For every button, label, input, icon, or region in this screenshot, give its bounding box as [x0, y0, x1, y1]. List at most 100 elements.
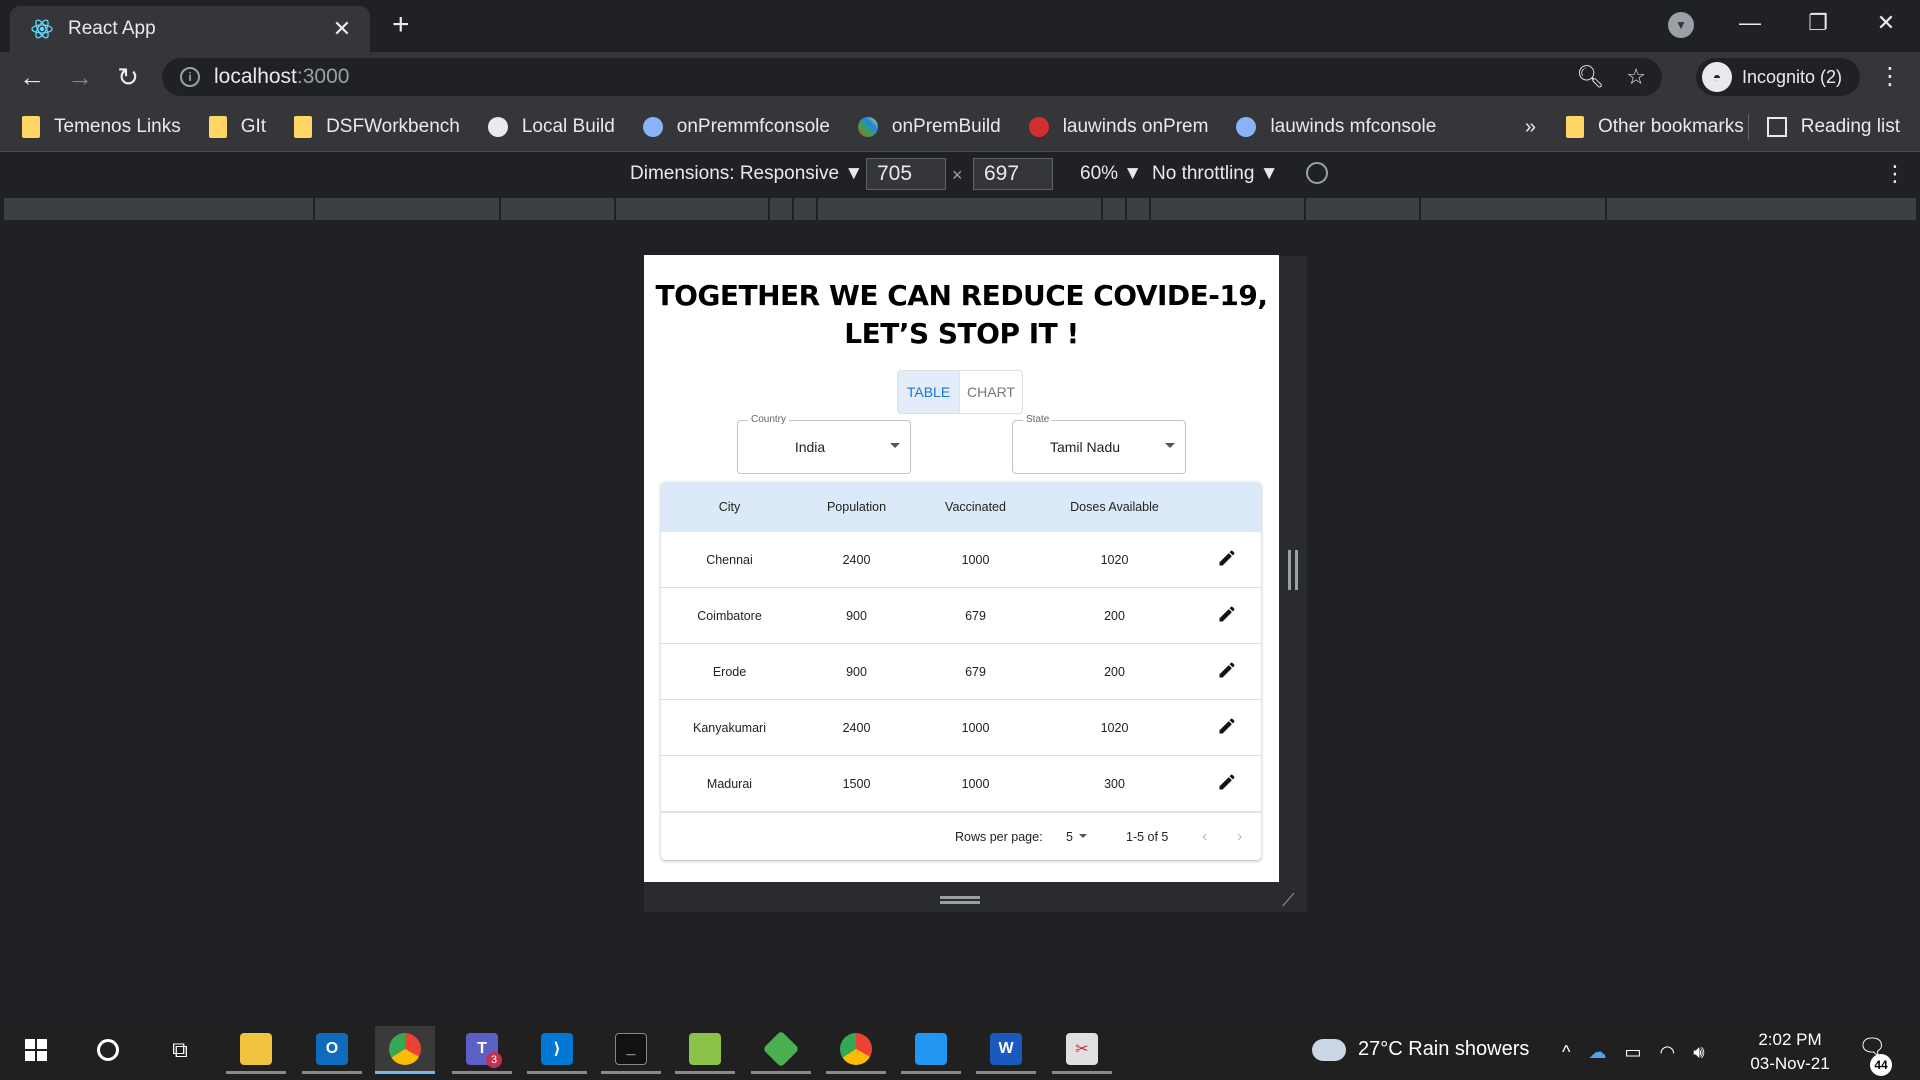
close-window-button[interactable]: ✕ — [1852, 10, 1920, 36]
new-tab-button[interactable]: + — [392, 10, 410, 40]
column-header-doses-available[interactable]: Doses Available — [1036, 500, 1193, 514]
media-query-bar — [0, 196, 1920, 222]
snipping-tool-icon: ✂ — [1066, 1032, 1098, 1065]
media-query-segment[interactable] — [1127, 198, 1151, 220]
media-query-segment[interactable] — [1306, 198, 1421, 220]
taskbar-teams[interactable]: T3 — [452, 1026, 512, 1074]
bookmark-temenos-links[interactable]: Temenos Links — [22, 115, 181, 138]
media-query-segment[interactable] — [818, 198, 1103, 220]
clock-date: 03-Nov-21 — [1750, 1054, 1830, 1073]
throttling-dropdown[interactable]: No throttling ▼ — [1152, 163, 1279, 185]
media-query-segment[interactable] — [616, 198, 770, 220]
media-query-segment[interactable] — [1421, 198, 1607, 220]
bookmarks-bar: Temenos Links GIt DSFWorkbench Local Bui… — [0, 102, 1920, 152]
tab-search-icon[interactable]: ▼ — [1668, 12, 1694, 38]
media-query-segment[interactable] — [4, 198, 315, 220]
taskbar-word[interactable]: W — [976, 1026, 1036, 1074]
taskbar-vscode[interactable]: ⟩ — [527, 1026, 587, 1074]
bookmark-local-build[interactable]: Local Build — [487, 116, 615, 138]
media-query-segment[interactable] — [770, 198, 794, 220]
search-button[interactable] — [78, 1026, 138, 1074]
restore-button[interactable]: ❐ — [1784, 10, 1852, 36]
taskbar-chrome[interactable] — [375, 1026, 435, 1074]
resize-handle-bottom[interactable] — [940, 896, 980, 904]
pencil-icon — [1219, 606, 1235, 622]
previous-page-button[interactable]: ‹ — [1202, 828, 1207, 846]
wifi-icon[interactable]: ◠ — [1659, 1042, 1675, 1063]
weather-widget[interactable]: 27°C Rain showers — [1312, 1038, 1529, 1061]
dimensions-dropdown[interactable]: Dimensions: Responsive ▼ — [630, 163, 863, 185]
incognito-profile-button[interactable]: ◓ Incognito (2) — [1696, 58, 1860, 96]
volume-icon[interactable]: 🔊︎ — [1693, 1042, 1704, 1063]
resize-handle-corner-icon[interactable]: ⟋ — [1282, 890, 1300, 910]
viewport-height-input[interactable]: 697 — [973, 158, 1053, 190]
cell-city: Erode — [712, 664, 747, 679]
media-query-segment[interactable] — [315, 198, 501, 220]
cell-vaccinated: 679 — [965, 664, 986, 679]
reading-list[interactable]: Reading list — [1766, 116, 1900, 138]
column-header-city[interactable]: City — [661, 500, 798, 514]
taskbar-chrome-second[interactable] — [826, 1026, 886, 1074]
taskbar-file-explorer[interactable] — [226, 1026, 286, 1074]
bookmark-label: Temenos Links — [54, 115, 181, 137]
taskbar-remote-desktop[interactable] — [901, 1026, 961, 1074]
next-page-button[interactable]: › — [1237, 828, 1242, 846]
bookmark-lauwinds-onprem[interactable]: lauwinds onPrem — [1028, 116, 1208, 138]
column-header-vaccinated[interactable]: Vaccinated — [915, 500, 1036, 514]
zoom-magnifier-icon[interactable]: 🔍︎ — [1576, 64, 1604, 90]
back-arrow-icon[interactable]: ← — [8, 62, 56, 93]
bookmark-git[interactable]: GIt — [208, 115, 266, 138]
cell-population: 900 — [846, 608, 867, 623]
start-button[interactable] — [6, 1026, 66, 1074]
task-view-button[interactable]: ⧉ — [150, 1026, 210, 1074]
device-toolbar-menu-icon[interactable]: ⋮ — [1884, 161, 1906, 187]
battery-icon[interactable]: ▭ — [1624, 1042, 1641, 1063]
forward-arrow-icon[interactable]: → — [56, 62, 104, 93]
taskbar-outlook[interactable]: O — [302, 1026, 362, 1074]
taskbar-git-app[interactable] — [751, 1026, 811, 1074]
tab-table[interactable]: TABLE — [898, 371, 960, 413]
rows-per-page-select[interactable]: 5 — [1066, 830, 1073, 844]
taskbar-terminal[interactable]: _ — [601, 1026, 661, 1074]
tab-chart[interactable]: CHART — [960, 371, 1022, 413]
other-bookmarks[interactable]: Other bookmarks — [1565, 116, 1744, 138]
edit-row-button[interactable] — [1193, 604, 1261, 627]
zoom-dropdown[interactable]: 60% ▼ — [1080, 163, 1142, 185]
viewport-width-input[interactable]: 705 — [866, 158, 946, 190]
address-bar[interactable]: i localhost:3000 🔍︎ ☆ — [162, 58, 1662, 96]
taskbar-snipping-tool[interactable]: ✂ — [1052, 1026, 1112, 1074]
browser-menu-icon[interactable]: ⋮ — [1878, 62, 1902, 91]
taskbar-clock[interactable]: 2:02 PM 03-Nov-21 — [1735, 1028, 1845, 1076]
bookmark-lauwinds-mfconsole[interactable]: lauwinds mfconsole — [1236, 116, 1436, 138]
media-query-segment[interactable] — [501, 198, 616, 220]
edit-row-button[interactable] — [1193, 660, 1261, 683]
minimize-button[interactable]: — — [1716, 10, 1784, 36]
onedrive-cloud-icon[interactable]: ☁ — [1588, 1042, 1606, 1063]
bookmark-onpremmfconsole[interactable]: onPremmfconsole — [642, 116, 830, 138]
browser-tab-react-app[interactable]: React App ✕ — [10, 6, 370, 52]
more-bookmarks-chevron-icon[interactable]: » — [1525, 116, 1536, 139]
edit-row-button[interactable] — [1193, 548, 1261, 571]
country-select[interactable]: Country India — [737, 414, 911, 474]
rotate-icon[interactable] — [1306, 162, 1328, 184]
bookmark-dsfworkbench[interactable]: DSFWorkbench — [294, 115, 460, 138]
media-query-segment[interactable] — [1607, 198, 1918, 220]
view-toggle-group: TABLE CHART — [897, 370, 1023, 414]
reload-icon[interactable]: ↻ — [104, 62, 152, 93]
site-info-icon[interactable]: i — [180, 67, 200, 87]
media-query-segment[interactable] — [794, 198, 818, 220]
taskbar-notepad-plus[interactable] — [675, 1026, 735, 1074]
resize-handle-right[interactable] — [1288, 550, 1298, 590]
column-header-population[interactable]: Population — [798, 500, 915, 514]
edit-row-button[interactable] — [1193, 772, 1261, 795]
bookmark-star-icon[interactable]: ☆ — [1626, 64, 1646, 90]
task-view-icon: ⧉ — [172, 1037, 188, 1062]
media-query-segment[interactable] — [1103, 198, 1127, 220]
tab-close-icon[interactable]: ✕ — [328, 16, 356, 42]
bookmark-onprembuild[interactable]: onPremBuild — [857, 116, 1001, 138]
show-hidden-icons-chevron-icon[interactable]: ^ — [1562, 1042, 1570, 1063]
state-select[interactable]: State Tamil Nadu — [1012, 414, 1186, 474]
edit-row-button[interactable] — [1193, 716, 1261, 739]
media-query-segment[interactable] — [1151, 198, 1306, 220]
pinwheel-icon — [857, 116, 878, 137]
